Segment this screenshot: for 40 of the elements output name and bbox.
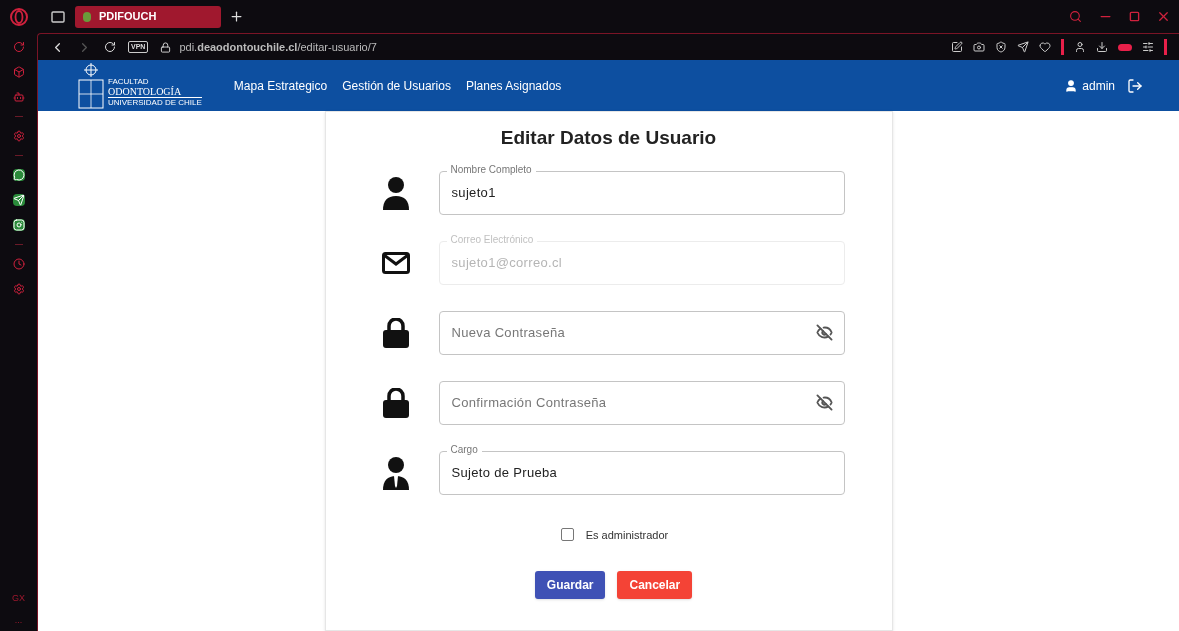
maximize-icon[interactable]: [1129, 11, 1140, 22]
settings-icon[interactable]: [1142, 41, 1154, 54]
search-icon[interactable]: [1069, 10, 1082, 23]
user-menu[interactable]: admin: [1064, 76, 1115, 95]
nav-link[interactable]: Planes Asignados: [465, 76, 562, 95]
text-field[interactable]: Nueva Contraseña: [438, 310, 845, 355]
lock-icon: [382, 387, 409, 418]
checkbox[interactable]: [560, 528, 574, 542]
camera-icon[interactable]: [973, 41, 985, 54]
nav-link[interactable]: Gestión de Usuarios: [342, 76, 451, 95]
address-bar[interactable]: pdi.deaodontouchile.cl/editar-usuario/7: [179, 38, 377, 56]
reload-icon[interactable]: [104, 41, 116, 54]
shield-icon[interactable]: [995, 41, 1007, 54]
new-tab-button[interactable]: [229, 9, 244, 24]
person-icon: [382, 175, 409, 210]
edit-icon[interactable]: [951, 41, 963, 54]
logout-icon[interactable]: [1127, 77, 1143, 94]
favicon-icon: [83, 11, 91, 22]
envelope-icon: [381, 251, 410, 274]
cancel-button[interactable]: Cancelar: [617, 571, 693, 599]
workspace-icon[interactable]: [51, 10, 65, 23]
send-icon[interactable]: [1017, 41, 1029, 54]
browser-tab[interactable]: PDIFOUCH: [75, 5, 221, 28]
profile-icon[interactable]: [1074, 41, 1086, 54]
save-button[interactable]: Guardar: [534, 571, 606, 599]
download-icon[interactable]: [1096, 41, 1108, 54]
visibility-toggle[interactable]: [815, 323, 833, 341]
user-icon: [1064, 78, 1079, 93]
lock-icon: [382, 317, 409, 348]
heart-icon[interactable]: [1039, 41, 1051, 54]
text-field[interactable]: Confirmación Contraseña: [438, 380, 845, 425]
close-icon[interactable]: [1156, 9, 1171, 24]
worker-icon: [382, 455, 409, 490]
nav-link[interactable]: Mapa Estrategico: [233, 76, 328, 95]
checkbox-label: Es administrador: [585, 527, 669, 543]
faculty-logo[interactable]: FACULTAD ODONTOLOGÍA UNIVERSIDAD DE CHILE: [78, 62, 202, 109]
visibility-toggle[interactable]: [815, 393, 833, 411]
lock-icon: [160, 41, 172, 53]
form-title: Editar Datos de Usuario: [500, 126, 717, 150]
browser-logo-icon[interactable]: [9, 7, 28, 26]
